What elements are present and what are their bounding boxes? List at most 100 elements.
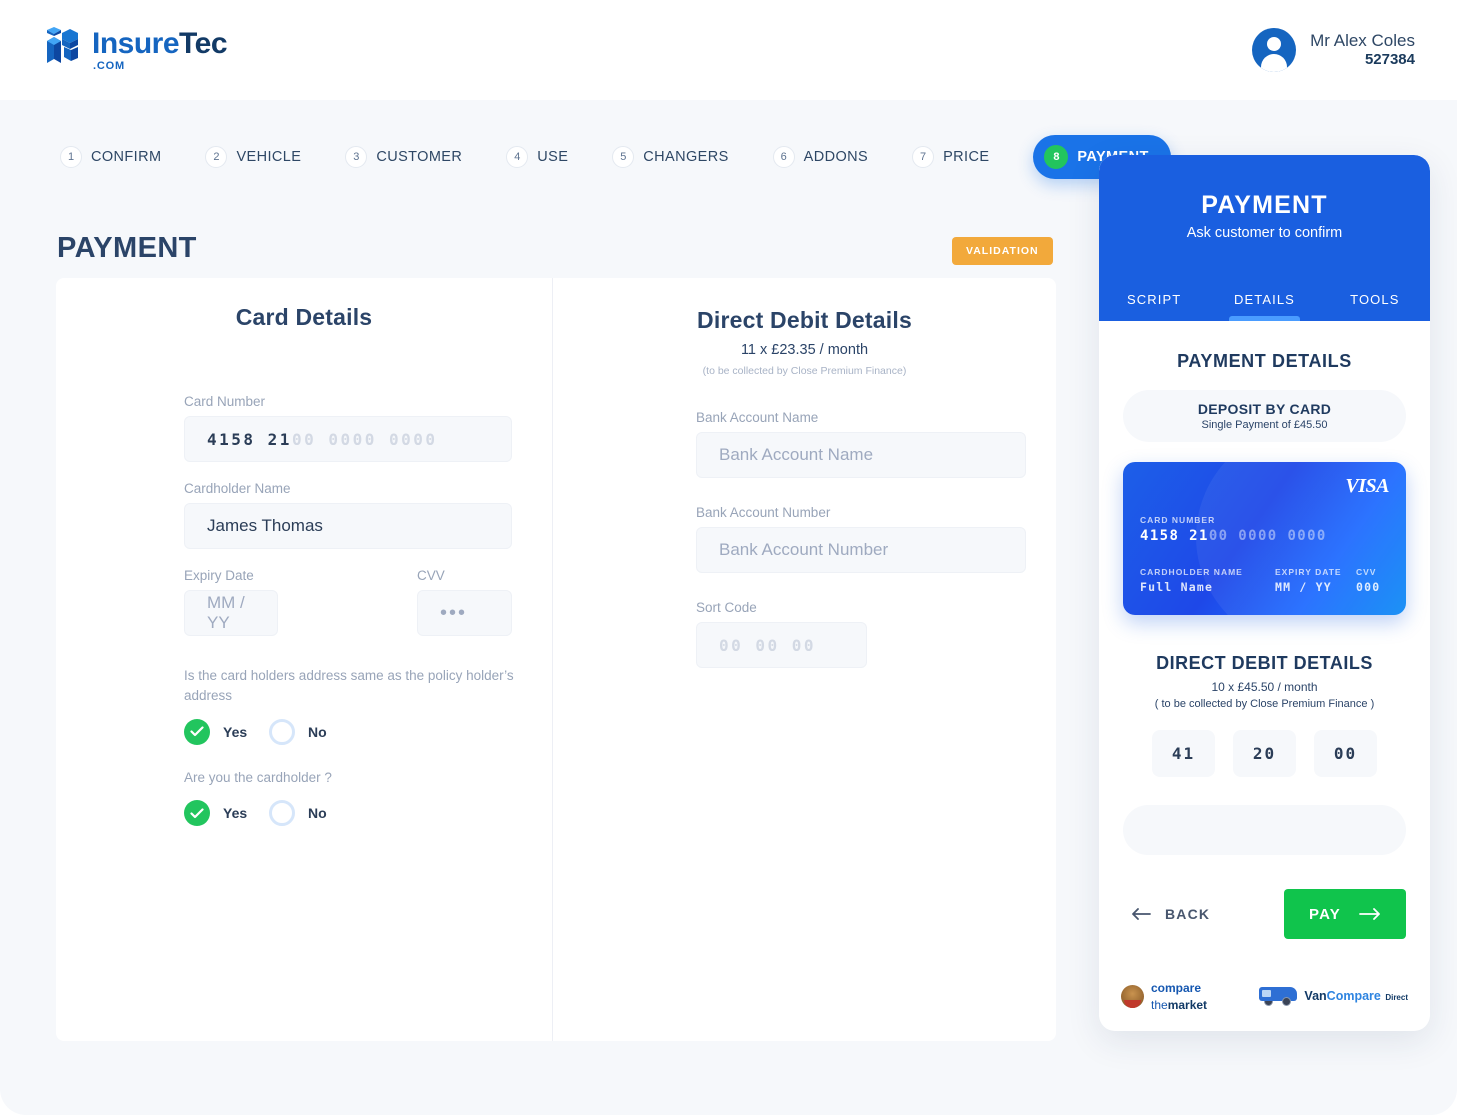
expiry-date-input[interactable]: MM / YY xyxy=(184,590,278,636)
question-cardholder-options: Yes No xyxy=(184,800,516,827)
cvv-input[interactable]: ••• xyxy=(417,590,512,636)
sort-code-label: Sort Code xyxy=(696,600,757,615)
expiry-date-label: EXPIRY DATE xyxy=(1275,567,1342,577)
cardholder-name-label: CARDHOLDER NAME xyxy=(1140,567,1243,577)
vc-direct-text: Direct xyxy=(1385,993,1408,1003)
cardholder-name-input[interactable]: James Thomas xyxy=(184,503,512,549)
bank-account-name-label: Bank Account Name xyxy=(696,410,819,425)
brand-wordmark: InsureTec .COM xyxy=(92,26,227,72)
step-use[interactable]: 4 USE xyxy=(506,146,568,168)
step-customer[interactable]: 3 CUSTOMER xyxy=(345,146,462,168)
card-details-heading: Card Details xyxy=(235,304,373,330)
tab-tools[interactable]: TOOLS xyxy=(1320,277,1430,321)
ctm-line1: compare xyxy=(1151,981,1202,996)
card-details-column: Card Details Card Number 4158 21 00 0000 … xyxy=(56,278,552,827)
step-number: 2 xyxy=(205,146,228,168)
brand-logo[interactable]: InsureTec .COM xyxy=(44,27,227,73)
panel-payment-details-title: PAYMENT DETAILS xyxy=(1177,351,1352,371)
validation-button[interactable]: VALIDATION xyxy=(952,237,1053,265)
sort-code-input[interactable]: 00 00 00 xyxy=(696,622,867,668)
card-number-remaining: 00 0000 0000 xyxy=(291,429,438,449)
step-addons[interactable]: 6 ADDONS xyxy=(772,146,869,168)
back-button[interactable]: BACK xyxy=(1123,906,1210,922)
step-label: ADDONS xyxy=(803,149,869,165)
card-number-entered: 4158 21 xyxy=(1140,528,1209,544)
step-number: 6 xyxy=(772,146,795,168)
radio-checked-icon xyxy=(184,718,210,745)
panel-direct-debit-note: ( to be collected by Close Premium Finan… xyxy=(1154,698,1375,710)
column-divider xyxy=(552,278,553,1041)
sort-code-placeholder: 00 00 00 xyxy=(719,635,817,655)
panel-actions: BACK PAY xyxy=(1123,889,1406,939)
user-id: 527384 xyxy=(1364,51,1415,69)
app-window: InsureTec .COM Mr Alex Coles 527384 1 CO… xyxy=(0,0,1457,1115)
question-cardholder-text: Are you the cardholder ? xyxy=(184,770,332,785)
panel-subtitle: Ask customer to confirm xyxy=(1186,225,1343,241)
sort-code-box[interactable]: 41 xyxy=(1152,730,1215,777)
cardholder-name-field: Cardholder Name James Thomas xyxy=(184,481,512,549)
page-title: PAYMENT xyxy=(57,232,197,264)
step-label: CONFIRM xyxy=(91,149,162,165)
card-number-remaining: 00 0000 0000 xyxy=(1208,528,1327,544)
panel-sort-code-boxes: 41 20 00 xyxy=(1123,730,1406,777)
deposit-subtitle: Single Payment of £45.50 xyxy=(1201,419,1328,431)
question-address-same: Is the card holders address same as the … xyxy=(184,666,516,745)
cvv-label: CVV xyxy=(1356,567,1377,577)
tab-details[interactable]: DETAILS xyxy=(1209,277,1319,321)
ctm-wordmark: compare themarket xyxy=(1151,980,1207,1013)
credit-card-preview: VISA CARD NUMBER 4158 2100 0000 0000 CAR… xyxy=(1123,462,1406,615)
panel-blank-input[interactable] xyxy=(1123,805,1406,855)
sort-code-box[interactable]: 20 xyxy=(1233,730,1296,777)
insuretec-cube-icon xyxy=(47,27,78,63)
radio-checked-icon xyxy=(184,800,210,827)
sort-code-box[interactable]: 00 xyxy=(1314,730,1377,777)
panel-body: PAYMENT DETAILS DEPOSIT BY CARD Single P… xyxy=(1099,351,1430,939)
compare-the-market-logo: compare themarket xyxy=(1121,980,1207,1013)
card-number-entered: 4158 21 xyxy=(207,429,292,449)
question-cardholder-no[interactable]: No xyxy=(269,800,354,827)
question-are-you-cardholder: Are you the cardholder ? Yes No xyxy=(184,768,516,827)
expiry-date-field: Expiry Date MM / YY xyxy=(184,568,278,636)
card-number-label: CARD NUMBER xyxy=(1140,515,1216,525)
meerkat-icon xyxy=(1121,985,1144,1009)
van-window xyxy=(1262,989,1272,997)
ctm-line2-market: market xyxy=(1167,997,1208,1012)
ctm-line2-the: the xyxy=(1151,997,1168,1012)
bank-account-name-input[interactable]: Bank Account Name xyxy=(696,432,1026,478)
back-button-label: BACK xyxy=(1165,906,1211,922)
deposit-summary: DEPOSIT BY CARD Single Payment of £45.50 xyxy=(1123,390,1406,442)
brand-name-part1: Insure xyxy=(92,26,180,60)
direct-debit-note: (to be collected by Close Premium Financ… xyxy=(702,365,907,377)
step-label: PRICE xyxy=(943,149,990,165)
question-address-yes-label: Yes xyxy=(223,723,248,740)
vc-van-text: Van xyxy=(1304,989,1327,1004)
deposit-title: DEPOSIT BY CARD xyxy=(1197,401,1332,417)
question-address-yes[interactable]: Yes xyxy=(184,718,269,745)
customer-panel: PAYMENT Ask customer to confirm SCRIPT D… xyxy=(1099,155,1430,1031)
step-number: 4 xyxy=(506,146,529,168)
progress-stepper: 1 CONFIRM 2 VEHICLE 3 CUSTOMER 4 USE 5 C… xyxy=(60,135,1171,179)
pay-button[interactable]: PAY xyxy=(1284,889,1406,939)
bank-account-number-field: Bank Account Number Bank Account Number xyxy=(696,505,1026,573)
step-changers[interactable]: 5 CHANGERS xyxy=(612,146,728,168)
step-price[interactable]: 7 PRICE xyxy=(912,146,989,168)
arrow-left-icon xyxy=(1132,908,1151,920)
user-account[interactable]: Mr Alex Coles 527384 xyxy=(1252,28,1415,72)
question-address-no[interactable]: No xyxy=(269,718,354,745)
expiry-date-value: MM / YY xyxy=(1275,580,1332,594)
vc-compare-text: Compare xyxy=(1326,989,1381,1004)
panel-direct-debit-title: DIRECT DEBIT DETAILS xyxy=(1156,653,1373,673)
radio-unchecked-icon xyxy=(269,800,295,827)
question-cardholder-yes-label: Yes xyxy=(223,805,248,822)
radio-unchecked-icon xyxy=(269,718,295,745)
question-cardholder-yes[interactable]: Yes xyxy=(184,800,269,827)
direct-debit-heading: Direct Debit Details xyxy=(697,307,912,333)
bank-account-number-input[interactable]: Bank Account Number xyxy=(696,527,1026,573)
card-number-input[interactable]: 4158 21 00 0000 0000 xyxy=(184,416,512,462)
step-vehicle[interactable]: 2 VEHICLE xyxy=(205,146,301,168)
visa-logo-icon: VISA xyxy=(1345,475,1389,497)
step-confirm[interactable]: 1 CONFIRM xyxy=(60,146,161,168)
vc-line1: VanCompare xyxy=(1304,989,1380,1003)
app-header: InsureTec .COM Mr Alex Coles 527384 xyxy=(0,0,1457,100)
tab-script[interactable]: SCRIPT xyxy=(1099,277,1209,321)
